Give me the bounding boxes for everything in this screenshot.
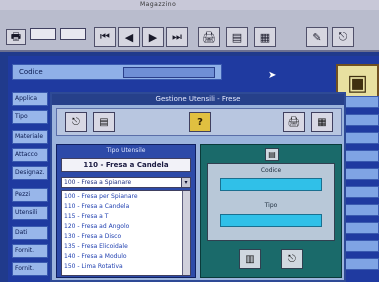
combo-value: 100 - Fresa a Spianare <box>64 179 132 186</box>
dialog-layout-button[interactable]: ▦ <box>311 112 333 132</box>
printer-icon: 🖨 <box>287 116 301 128</box>
left-menu: Applica Tipo Materiale Attacco Designaz.… <box>12 92 48 282</box>
type-field[interactable] <box>220 214 322 227</box>
layout-icon: ▦ <box>317 116 327 128</box>
menu-item[interactable]: Materiale <box>12 130 48 144</box>
right-menu-item[interactable] <box>343 132 379 144</box>
last-icon: ⏭ <box>172 30 182 43</box>
code-field-label: Codice <box>260 167 282 174</box>
code-input[interactable] <box>123 67 215 78</box>
print-button[interactable]: 🖨 <box>198 27 220 47</box>
delete-button[interactable]: ▥ <box>239 249 261 269</box>
selected-tool-type: 110 - Fresa a Candela <box>61 158 191 172</box>
dialog-save-button[interactable]: ▤ <box>93 112 115 132</box>
document-icon: ▤ <box>265 148 279 161</box>
exit-button[interactable]: ⎋ <box>332 27 354 47</box>
exit-icon: ⎋ <box>338 30 348 43</box>
confirm-button[interactable]: ⎋ <box>281 249 303 269</box>
code-row: Codice <box>12 64 222 80</box>
form-icon: ▤ <box>231 30 243 44</box>
dialog-print-button[interactable]: 🖨 <box>283 112 305 132</box>
right-menu-item[interactable] <box>343 240 379 252</box>
main-toolbar: 🖶 ⏮ ◀ ▶ ⏭ 🖨 ▤ ▦ ✎ ⎋ <box>0 10 379 52</box>
printer-icon: 🖨 <box>202 30 216 44</box>
print-icon[interactable]: 🖶 <box>6 29 26 45</box>
list-item[interactable]: 150 - Lima Rotativa <box>64 263 123 271</box>
type-field-label: Tipo <box>264 202 278 209</box>
record-field-2[interactable] <box>60 28 86 40</box>
tools-icon: ✎ <box>312 30 322 44</box>
code-label: Codice <box>19 68 43 76</box>
right-menu-item[interactable] <box>343 96 379 108</box>
record-field-1[interactable] <box>30 28 56 40</box>
list-item[interactable]: 110 - Fresa a Candela <box>64 203 129 211</box>
title-bar: Magazzino <box>0 0 379 10</box>
help-button[interactable]: ? <box>189 112 211 132</box>
disk-icon: ▤ <box>99 116 109 128</box>
detail-fields: Codice Tipo <box>207 163 335 241</box>
right-menu-item[interactable] <box>343 168 379 180</box>
menu-item[interactable]: Applica <box>12 92 48 106</box>
prev-record-button[interactable]: ◀ <box>118 27 140 47</box>
tool-detail-panel: ▤ Codice Tipo ▥ ⎋ <box>200 144 342 278</box>
trash-icon: ▥ <box>245 253 255 265</box>
door-icon: ⎋ <box>72 116 80 128</box>
next-icon: ▶ <box>148 30 158 44</box>
tools-button[interactable]: ✎ <box>306 27 328 47</box>
next-record-button[interactable]: ▶ <box>142 27 164 47</box>
panel-title: Tipo Utensile <box>106 147 146 154</box>
first-icon: ⏮ <box>100 30 110 43</box>
right-menu-item[interactable] <box>343 186 379 198</box>
list-item[interactable]: 120 - Fresa ad Angolo <box>64 223 129 231</box>
list-item[interactable]: 115 - Fresa a T <box>64 213 108 221</box>
door-icon: ⎋ <box>288 253 296 265</box>
list-item[interactable]: 135 - Fresa Elicoidale <box>64 243 128 251</box>
right-menu-item[interactable] <box>343 204 379 216</box>
menu-item[interactable]: Pezzi <box>12 188 48 202</box>
list-item[interactable]: 130 - Fresa a Disco <box>64 233 121 241</box>
dialog-toolbar: ⎋ ▤ ? 🖨 ▦ <box>56 108 342 136</box>
layout-icon: ▦ <box>259 30 271 44</box>
first-record-button[interactable]: ⏮ <box>94 27 116 47</box>
list-item[interactable]: 100 - Fresa per Spianare <box>64 193 138 201</box>
menu-item[interactable]: Fornit. <box>12 244 48 258</box>
layout-button[interactable]: ▦ <box>254 27 276 47</box>
list-scrollbar[interactable] <box>182 191 190 275</box>
right-menu-item[interactable] <box>343 222 379 234</box>
menu-item[interactable]: Dati <box>12 226 48 240</box>
menu-item[interactable]: Utensili <box>12 206 48 220</box>
right-menu <box>343 92 379 282</box>
menu-item[interactable]: Tipo <box>12 110 48 124</box>
menu-item[interactable]: Designaz. <box>12 166 48 180</box>
help-icon: ? <box>197 116 203 128</box>
right-menu-item[interactable] <box>343 150 379 162</box>
application-screen: Magazzino 🖶 ⏮ ◀ ▶ ⏭ 🖨 ▤ ▦ ✎ ⎋ Codice ▣ ➤… <box>0 0 379 282</box>
code-field[interactable] <box>220 178 322 191</box>
mouse-cursor-icon: ➤ <box>268 70 277 81</box>
right-menu-item[interactable] <box>343 114 379 126</box>
dialog-title: Gestione Utensili - Frese <box>52 94 344 105</box>
chevron-down-icon[interactable]: ▾ <box>181 178 190 187</box>
menu-item[interactable]: Fornit. <box>12 262 48 276</box>
tool-type-panel: Tipo Utensile 110 - Fresa a Candela 100 … <box>56 144 196 278</box>
tool-type-select[interactable]: 100 - Fresa a Spianare ▾ <box>61 177 191 188</box>
last-record-button[interactable]: ⏭ <box>166 27 188 47</box>
menu-item[interactable]: Attacco <box>12 148 48 162</box>
form-button[interactable]: ▤ <box>226 27 248 47</box>
dialog-exit-button[interactable]: ⎋ <box>65 112 87 132</box>
right-menu-item[interactable] <box>343 258 379 270</box>
tools-dialog: Gestione Utensili - Frese ⎋ ▤ ? 🖨 ▦ Tipo… <box>50 92 346 282</box>
prev-icon: ◀ <box>124 30 134 44</box>
tool-type-list[interactable]: 100 - Fresa per Spianare 110 - Fresa a C… <box>61 190 191 276</box>
list-item[interactable]: 140 - Fresa a Modulo <box>64 253 127 261</box>
window-title: Magazzino <box>140 1 177 8</box>
